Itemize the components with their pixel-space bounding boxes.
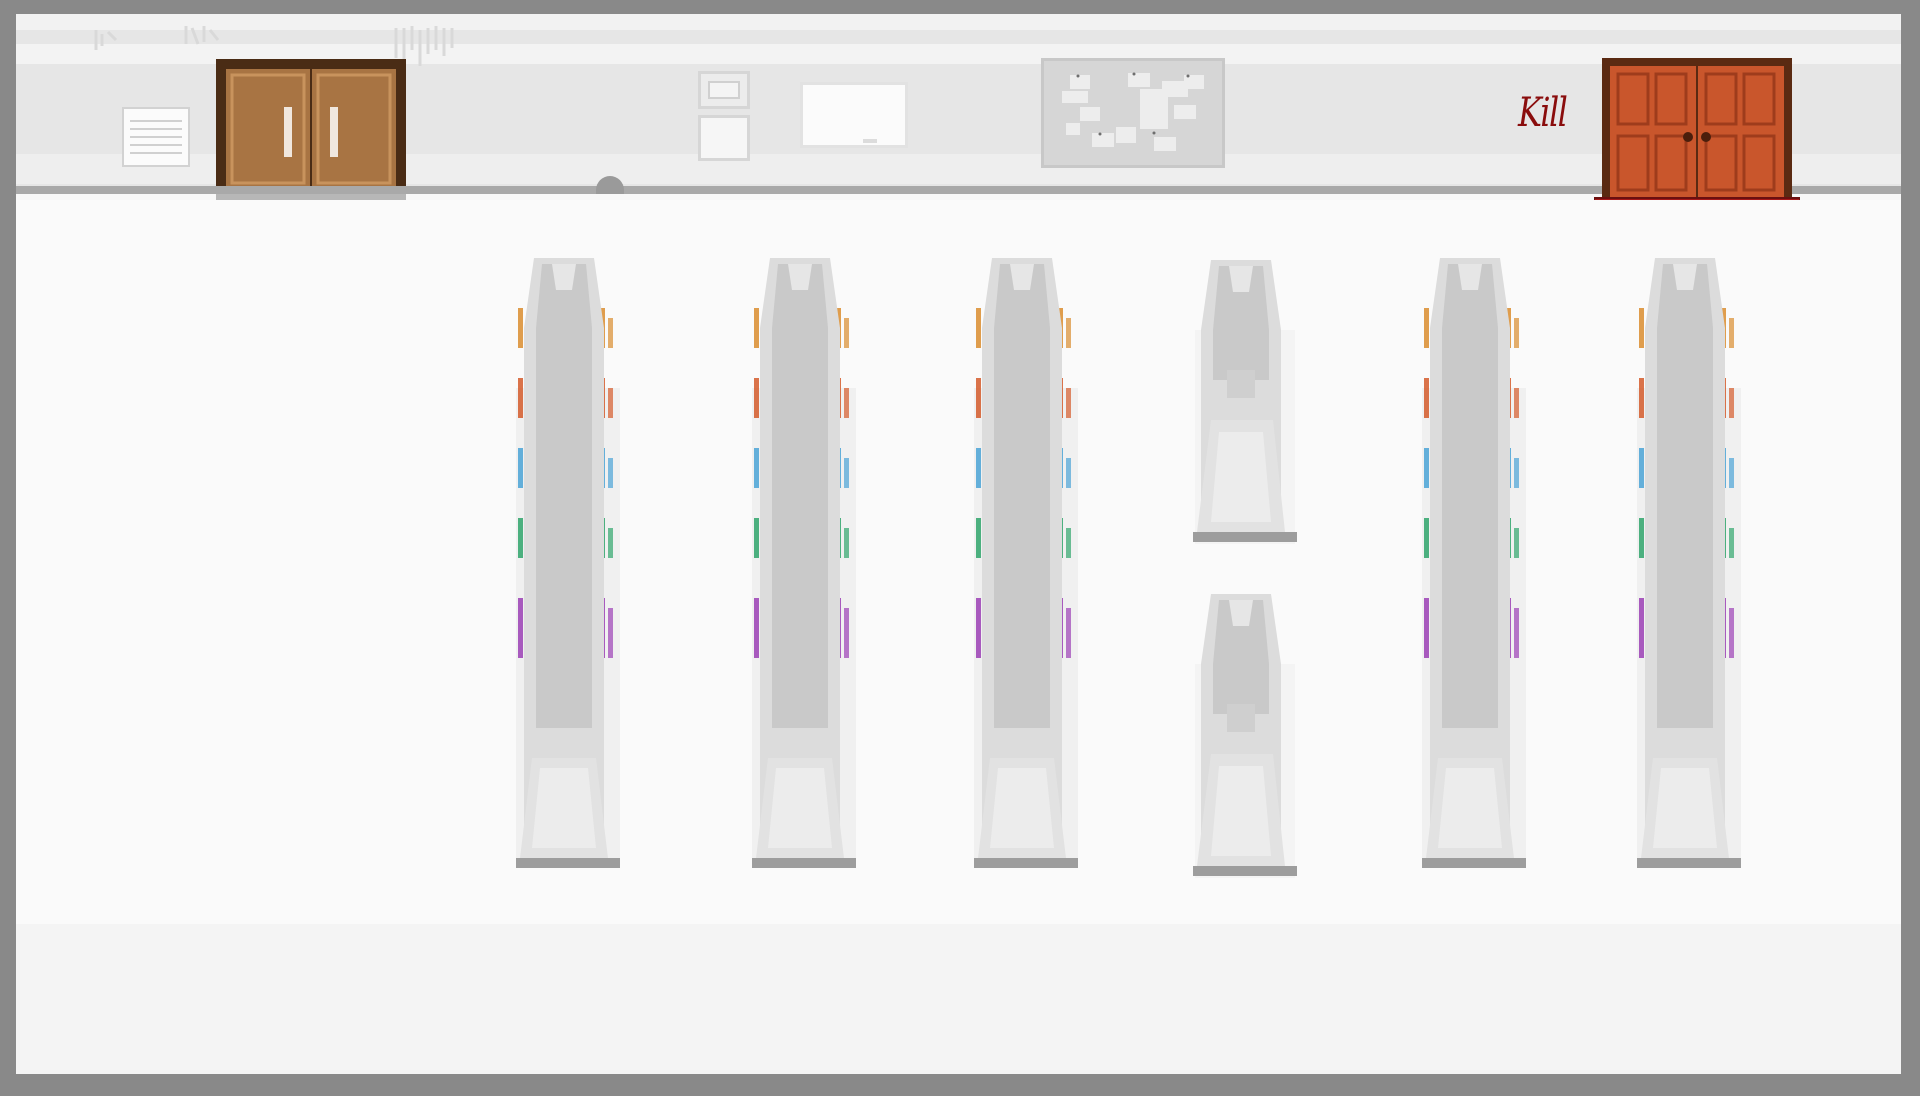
whiteboard-icon[interactable] <box>800 82 908 148</box>
church-pew[interactable] <box>1418 258 1530 870</box>
church-pew[interactable] <box>970 258 1082 870</box>
floor-front <box>16 924 1901 1074</box>
pew-front-section[interactable] <box>1189 260 1301 550</box>
picture-frame-inner <box>708 81 740 99</box>
graffiti-text: Kill <box>1518 90 1568 136</box>
floor <box>16 200 1901 936</box>
picture-frame-icon <box>698 71 750 109</box>
church-pew[interactable] <box>512 258 624 870</box>
church-pew[interactable] <box>748 258 860 870</box>
picture-frame-icon <box>698 115 750 161</box>
red-door-drawing <box>1593 58 1801 219</box>
red-door-icon[interactable] <box>1593 58 1801 223</box>
vent-icon <box>122 107 190 167</box>
bulletin-board-icon[interactable] <box>1041 58 1225 168</box>
vent-slats <box>130 120 182 154</box>
whiteboard-marker <box>863 139 877 143</box>
bulletin-notes <box>1062 72 1204 151</box>
church-pew[interactable] <box>1633 258 1745 870</box>
pew-back-section[interactable] <box>1189 594 1301 884</box>
game-scene: Kill <box>16 14 1901 1074</box>
